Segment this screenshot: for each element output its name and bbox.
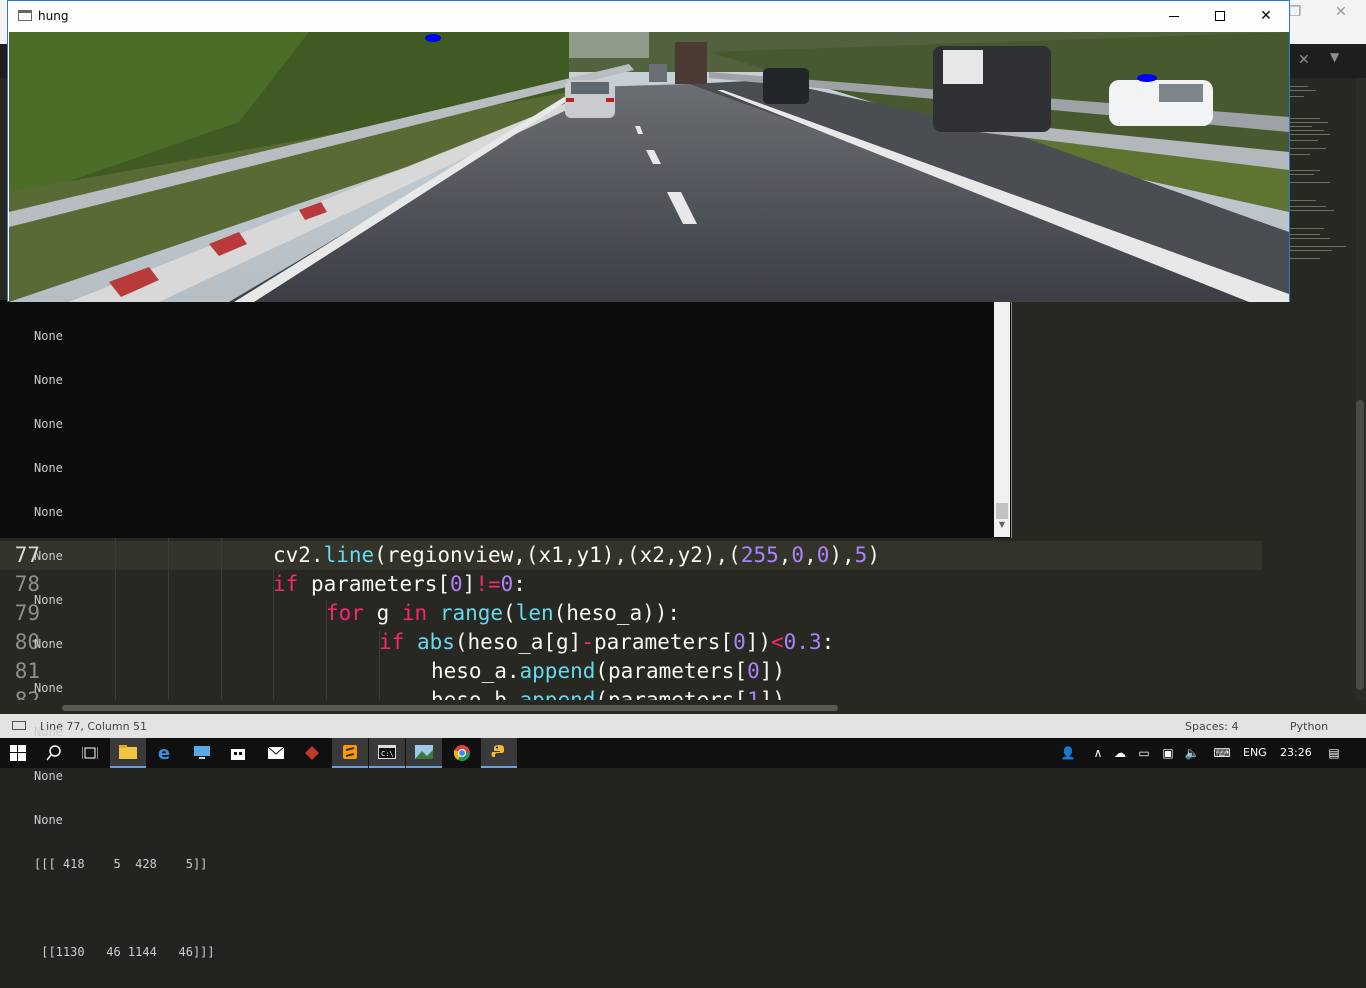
window-app-icon <box>18 10 32 21</box>
console-icon: C:\ <box>378 745 396 759</box>
panel-switcher-icon[interactable] <box>12 721 26 730</box>
edge-icon: e <box>157 742 171 764</box>
taskbar-command-prompt[interactable]: C:\ <box>369 738 405 768</box>
search-button[interactable] <box>36 738 72 768</box>
console-line: None <box>34 681 63 695</box>
console-line: None <box>34 549 63 563</box>
console-line: None <box>34 505 63 519</box>
taskbar-chrome[interactable] <box>444 738 480 768</box>
cv-window-title: hung <box>38 9 69 23</box>
task-view-icon <box>82 747 98 759</box>
console-line: None <box>34 637 63 651</box>
chrome-icon <box>454 745 470 761</box>
console-scroll-thumb[interactable] <box>996 503 1008 519</box>
road-scene-image <box>9 32 1289 302</box>
status-syntax[interactable]: Python <box>1290 720 1328 733</box>
computer-icon <box>194 746 210 759</box>
code-line-79[interactable]: for g in range(len(heso_a)): <box>326 599 680 628</box>
taskbar-store[interactable] <box>220 738 256 768</box>
taskbar: e C:\ 👤 ∧ ☁ ▭ ▣ 🔈 ⌨ ENG 23:26 ▤ <box>0 738 1366 768</box>
code-line-81[interactable]: heso_a.append(parameters[0]) <box>431 657 785 686</box>
tab-close-icon[interactable]: ✕ <box>1298 52 1310 68</box>
console-line: None <box>34 769 63 783</box>
console-line: None <box>34 373 63 387</box>
console-line: None <box>34 461 63 475</box>
python-icon <box>491 745 504 757</box>
console-line: None <box>34 593 63 607</box>
console-line: None <box>34 417 63 431</box>
sublime-text-icon <box>343 745 357 759</box>
windows-icon <box>10 745 26 761</box>
road-video-frame <box>9 32 1289 302</box>
taskbar-sublime-text[interactable] <box>332 738 368 768</box>
console-scrollbar[interactable] <box>994 300 1010 537</box>
store-icon <box>231 749 245 760</box>
editor-close-button[interactable]: ✕ <box>1318 0 1364 30</box>
people-icon[interactable]: 👤 <box>1060 745 1076 761</box>
taskbar-app-red[interactable] <box>294 738 330 768</box>
close-button[interactable]: ✕ <box>1243 1 1289 32</box>
battery-icon[interactable]: ▭ <box>1136 745 1152 761</box>
console-output: None None None None None None None None … <box>34 300 215 988</box>
code-line-80[interactable]: if abs(heso_a[g]-parameters[0])<0.3: <box>379 628 834 657</box>
cv-titlebar[interactable]: hung ✕ <box>8 1 1289 32</box>
task-view-button[interactable] <box>72 738 108 768</box>
action-center-icon[interactable]: ▤ <box>1326 745 1342 761</box>
console-line: [[1130 46 1144 46]]] <box>34 945 215 959</box>
taskbar-file-explorer[interactable] <box>110 738 146 768</box>
folder-icon <box>119 745 137 759</box>
maximize-button[interactable] <box>1197 1 1243 32</box>
code-line-78[interactable]: if parameters[0]!=0: <box>273 570 526 599</box>
taskbar-image-window[interactable] <box>406 738 442 768</box>
taskbar-python[interactable] <box>481 738 517 768</box>
chevron-up-icon[interactable]: ∧ <box>1090 745 1106 761</box>
taskbar-mail[interactable] <box>258 738 294 768</box>
image-viewer-icon <box>415 745 433 759</box>
opencv-window: hung ✕ <box>7 0 1290 302</box>
console-line: None <box>34 813 63 827</box>
tab-dropdown-icon[interactable]: ▼ <box>1330 50 1339 64</box>
code-line-77[interactable]: cv2.line(regionview,(x1,y1),(x2,y2),(255… <box>273 541 880 570</box>
search-icon <box>46 745 61 761</box>
code-line-82[interactable]: heso_b.append(parameters[1]) <box>431 686 785 700</box>
console-line: None <box>34 329 63 343</box>
clock[interactable]: 23:26 <box>1280 746 1312 759</box>
onedrive-icon[interactable]: ☁ <box>1112 745 1128 761</box>
taskbar-edge[interactable]: e <box>146 738 182 768</box>
mail-icon <box>268 747 284 759</box>
network-icon[interactable]: ▣ <box>1160 745 1176 761</box>
editor-vertical-scroll-thumb[interactable] <box>1356 400 1364 690</box>
console-line: [[[ 418 5 428 5]] <box>34 857 208 871</box>
console-window: None None None None None None None None … <box>0 300 1012 959</box>
status-indentation[interactable]: Spaces: 4 <box>1185 720 1238 733</box>
taskbar-this-pc[interactable] <box>184 738 220 768</box>
svg-text:C:\: C:\ <box>381 750 394 758</box>
minimize-button[interactable] <box>1151 1 1197 32</box>
console-scroll-down-icon[interactable]: ▼ <box>994 520 1010 529</box>
language-indicator[interactable]: ENG <box>1243 746 1267 759</box>
start-button[interactable] <box>0 738 36 768</box>
app-icon <box>305 746 319 760</box>
keyboard-icon[interactable]: ⌨ <box>1210 745 1234 761</box>
volume-icon[interactable]: 🔈 <box>1184 745 1200 761</box>
